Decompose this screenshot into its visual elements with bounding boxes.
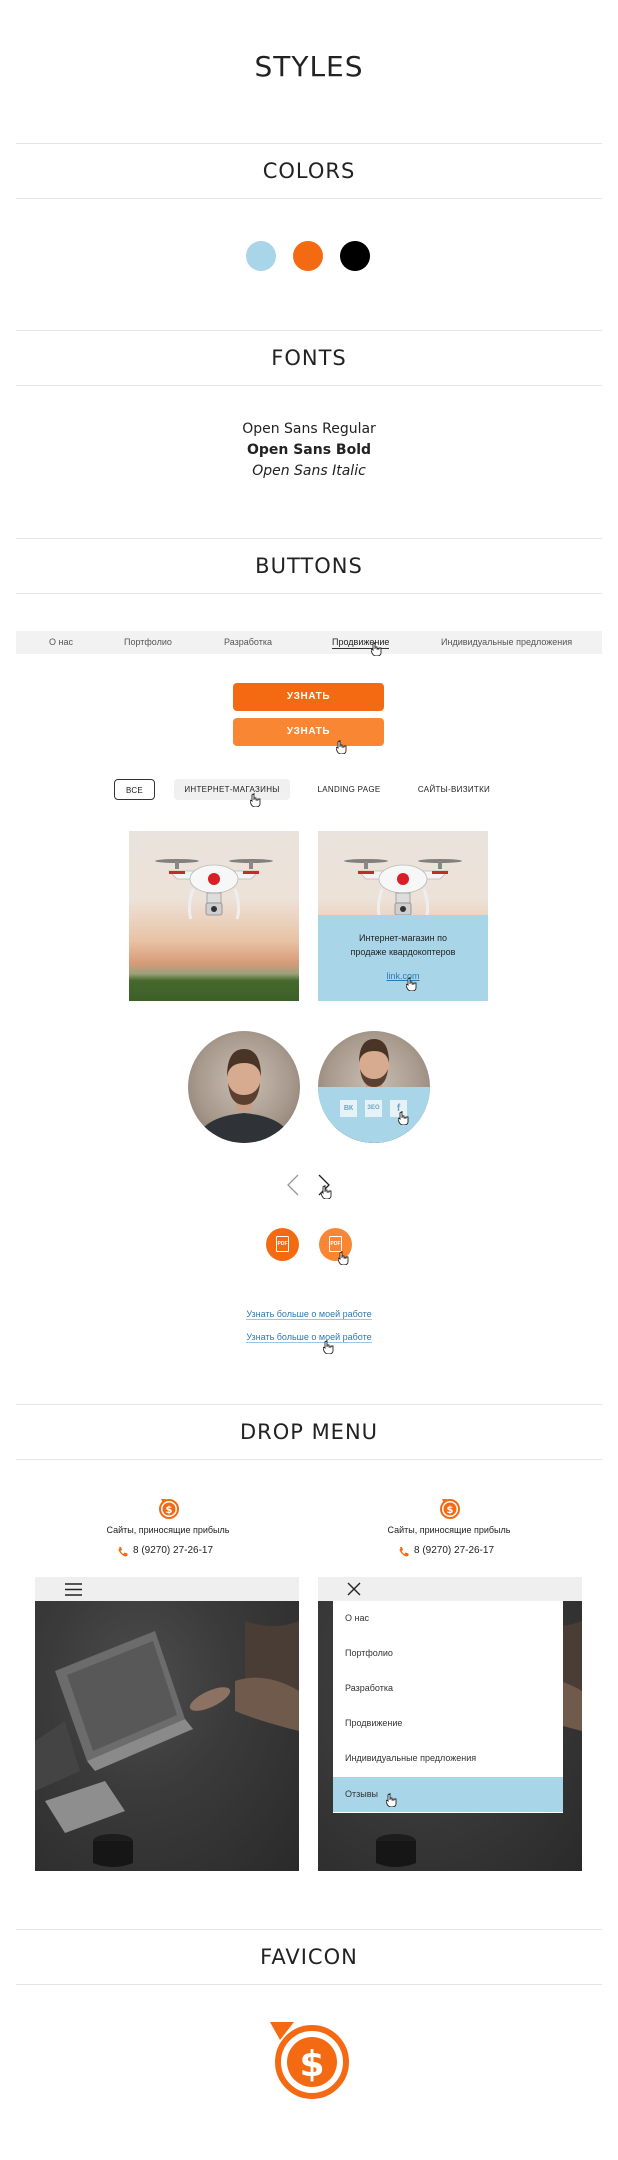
menu-item-portfolio[interactable]: Портфолио xyxy=(333,1636,563,1671)
font-sample-regular: Open Sans Regular xyxy=(242,421,376,437)
close-icon[interactable] xyxy=(347,1582,361,1596)
pdf-download-button[interactable]: PDF xyxy=(266,1228,299,1261)
hand-cursor-icon xyxy=(336,740,347,754)
color-swatch-orange xyxy=(293,241,323,271)
hero-photo xyxy=(35,1601,299,1871)
color-swatch-light-blue xyxy=(246,241,276,271)
dollar-logo-icon: $ xyxy=(440,1499,460,1519)
dollar-logo-icon: $ xyxy=(159,1499,179,1519)
menu-item-reviews[interactable]: Отзывы xyxy=(333,1777,563,1812)
font-sample-bold: Open Sans Bold xyxy=(246,442,372,458)
nav-item-individual-offers[interactable]: Индивидуальные предложения xyxy=(441,631,572,654)
learn-more-link[interactable]: Узнать больше о моей работе xyxy=(0,1309,618,1320)
hand-cursor-icon xyxy=(406,977,417,991)
learn-more-link-hover[interactable]: Узнать больше о моей работе xyxy=(0,1332,618,1343)
filter-business-card-sites[interactable]: САЙТЫ-ВИЗИТКИ xyxy=(410,779,498,800)
menu-item-development[interactable]: Разработка xyxy=(333,1671,563,1706)
cta-button[interactable]: УЗНАТЬ xyxy=(233,683,384,711)
section-header-drop-menu: DROP MENU xyxy=(16,1404,602,1460)
logo-symbol: $ xyxy=(166,1505,173,1516)
team-avatar[interactable] xyxy=(188,1031,300,1143)
mobile-header-bar xyxy=(318,1577,582,1601)
chevron-left-icon[interactable] xyxy=(287,1174,299,1196)
laptop-desk-image xyxy=(35,1621,299,1867)
person-photo xyxy=(196,1049,292,1143)
hand-cursor-icon xyxy=(398,1111,409,1125)
site-tagline: Сайты, приносящие прибыль xyxy=(387,1525,511,1535)
dropdown-menu: О нас Портфолио Разработка Продвижение И… xyxy=(333,1601,563,1813)
phone-icon xyxy=(118,1547,128,1557)
mobile-header-bar xyxy=(35,1577,299,1601)
hand-cursor-icon xyxy=(323,1340,334,1354)
card-link[interactable]: link.com xyxy=(318,971,488,981)
section-header-buttons: BUTTONS xyxy=(16,538,602,594)
favicon-dollar-icon: $ xyxy=(270,2022,349,2099)
section-header-colors: COLORS xyxy=(16,143,602,199)
team-avatar-hover[interactable]: ВК ЗЕО f xyxy=(318,1031,430,1143)
cta-button-hover[interactable]: УЗНАТЬ xyxy=(233,718,384,746)
pdf-file-icon: PDF xyxy=(276,1236,289,1252)
favicon-symbol: $ xyxy=(299,2044,324,2085)
menu-item-about[interactable]: О нас xyxy=(333,1601,563,1636)
hand-cursor-icon xyxy=(338,1251,349,1265)
filter-all[interactable]: ВСЕ xyxy=(114,779,155,800)
nav-item-portfolio[interactable]: Портфолио xyxy=(124,631,172,654)
phone-block[interactable]: 8 (9270) 27-26-17 xyxy=(395,1545,515,1559)
section-header-favicon: FAVICON xyxy=(16,1929,602,1985)
learn-more-link-text: Узнать больше о моей работе xyxy=(246,1309,372,1320)
hamburger-menu-icon[interactable] xyxy=(65,1583,82,1596)
phone-number: 8 (9270) 27-26-17 xyxy=(133,1545,214,1556)
phone-icon xyxy=(399,1547,409,1557)
page-title: STYLES xyxy=(254,50,364,83)
hand-cursor-icon xyxy=(371,642,382,656)
zeo-icon[interactable]: ЗЕО xyxy=(365,1100,382,1117)
filter-landing-page[interactable]: LANDING PAGE xyxy=(311,779,387,800)
site-tagline: Сайты, приносящие прибыль xyxy=(106,1525,230,1535)
hand-cursor-icon xyxy=(386,1793,397,1807)
portfolio-card[interactable] xyxy=(129,831,299,1001)
nav-item-development[interactable]: Разработка xyxy=(224,631,272,654)
hand-cursor-icon xyxy=(250,793,261,807)
phone-block[interactable]: 8 (9270) 27-26-17 xyxy=(114,1545,234,1559)
vk-icon[interactable]: ВК xyxy=(340,1100,357,1117)
section-header-fonts: FONTS xyxy=(16,330,602,386)
logo-symbol: $ xyxy=(447,1505,454,1516)
drone-image xyxy=(155,859,273,920)
card-overlay: Интернет-магазин по продаже квардокоптер… xyxy=(318,915,488,1001)
filter-online-stores[interactable]: ИНТЕРНЕТ-МАГАЗИНЫ xyxy=(174,779,290,800)
font-sample-italic: Open Sans Italic xyxy=(252,463,366,479)
menu-item-promotion[interactable]: Продвижение xyxy=(333,1706,563,1741)
phone-number: 8 (9270) 27-26-17 xyxy=(414,1545,495,1556)
learn-more-link-text: Узнать больше о моей работе xyxy=(246,1332,372,1343)
menu-item-individual-offers[interactable]: Индивидуальные предложения xyxy=(333,1741,563,1776)
nav-bar: О нас Портфолио Разработка Продвижение И… xyxy=(16,631,602,654)
nav-item-about[interactable]: О нас xyxy=(49,631,73,654)
hand-cursor-icon xyxy=(321,1185,332,1199)
color-swatch-black xyxy=(340,241,370,271)
card-title: Интернет-магазин по продаже квардокоптер… xyxy=(350,933,456,957)
hero-photo: О нас Портфолио Разработка Продвижение И… xyxy=(318,1601,582,1871)
portfolio-card-hover[interactable]: Интернет-магазин по продаже квардокоптер… xyxy=(318,831,488,1001)
